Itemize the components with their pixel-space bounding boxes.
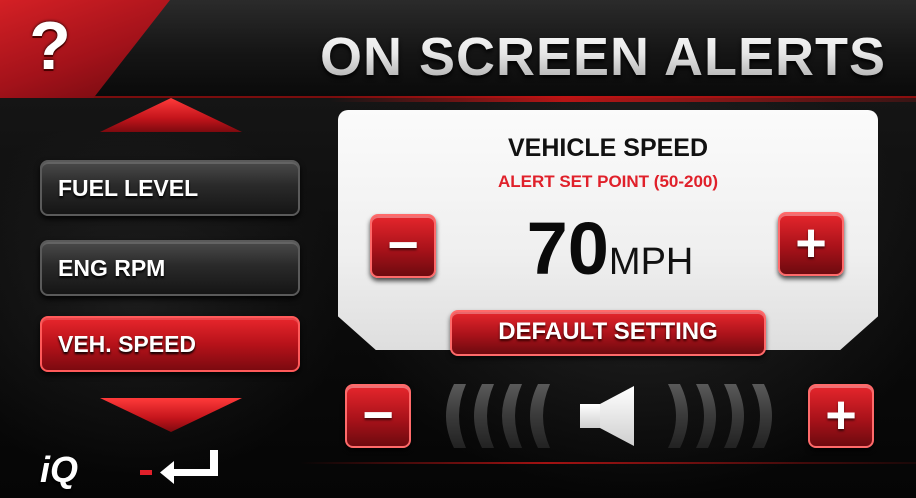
decrease-value-button[interactable]: − — [370, 214, 436, 278]
back-button[interactable] — [138, 446, 222, 490]
plus-icon: + — [825, 385, 857, 445]
volume-bar — [474, 384, 494, 448]
alert-name: VEHICLE SPEED — [507, 134, 709, 162]
minus-icon: − — [387, 215, 419, 275]
volume-bar — [724, 384, 744, 448]
alert-unit: MPH — [608, 241, 694, 283]
alert-range: ALERT SET POINT (50-200) — [497, 172, 719, 191]
footer-divider — [300, 462, 916, 464]
alert-value-display: 70MPH — [440, 206, 780, 292]
volume-up-button[interactable]: + — [808, 384, 874, 448]
iq-logo: iQ — [40, 449, 79, 490]
increase-value-button[interactable]: + — [778, 212, 844, 276]
triangle-down-icon — [100, 398, 242, 432]
volume-bar — [752, 384, 772, 448]
volume-bar — [502, 384, 522, 448]
scroll-down-button[interactable] — [100, 396, 242, 432]
menu-item-veh-speed[interactable]: VEH. SPEED — [40, 316, 300, 372]
scroll-up-button[interactable] — [100, 98, 242, 134]
volume-down-button[interactable]: − — [345, 384, 411, 448]
speaker-icon — [580, 386, 634, 446]
volume-indicator — [446, 384, 772, 448]
volume-bar — [668, 384, 688, 448]
triangle-up-icon — [100, 98, 242, 132]
volume-bar — [696, 384, 716, 448]
minus-icon: − — [362, 385, 394, 445]
menu-item-eng-rpm[interactable]: ENG RPM — [40, 240, 300, 296]
alert-value: 70 — [526, 207, 609, 290]
page-title: ON SCREEN ALERTS — [320, 22, 886, 92]
volume-bar — [446, 384, 466, 448]
volume-bar — [530, 384, 550, 448]
plus-icon: + — [795, 213, 827, 273]
help-icon[interactable]: ? — [20, 6, 80, 86]
default-setting-button[interactable]: DEFAULT SETTING — [450, 310, 766, 356]
menu-item-fuel-level[interactable]: FUEL LEVEL — [40, 160, 300, 216]
header-divider — [330, 96, 916, 102]
screen: ? ON SCREEN ALERTS FUEL LEVEL ENG RPM VE… — [0, 0, 916, 498]
return-arrow-icon — [140, 450, 218, 484]
